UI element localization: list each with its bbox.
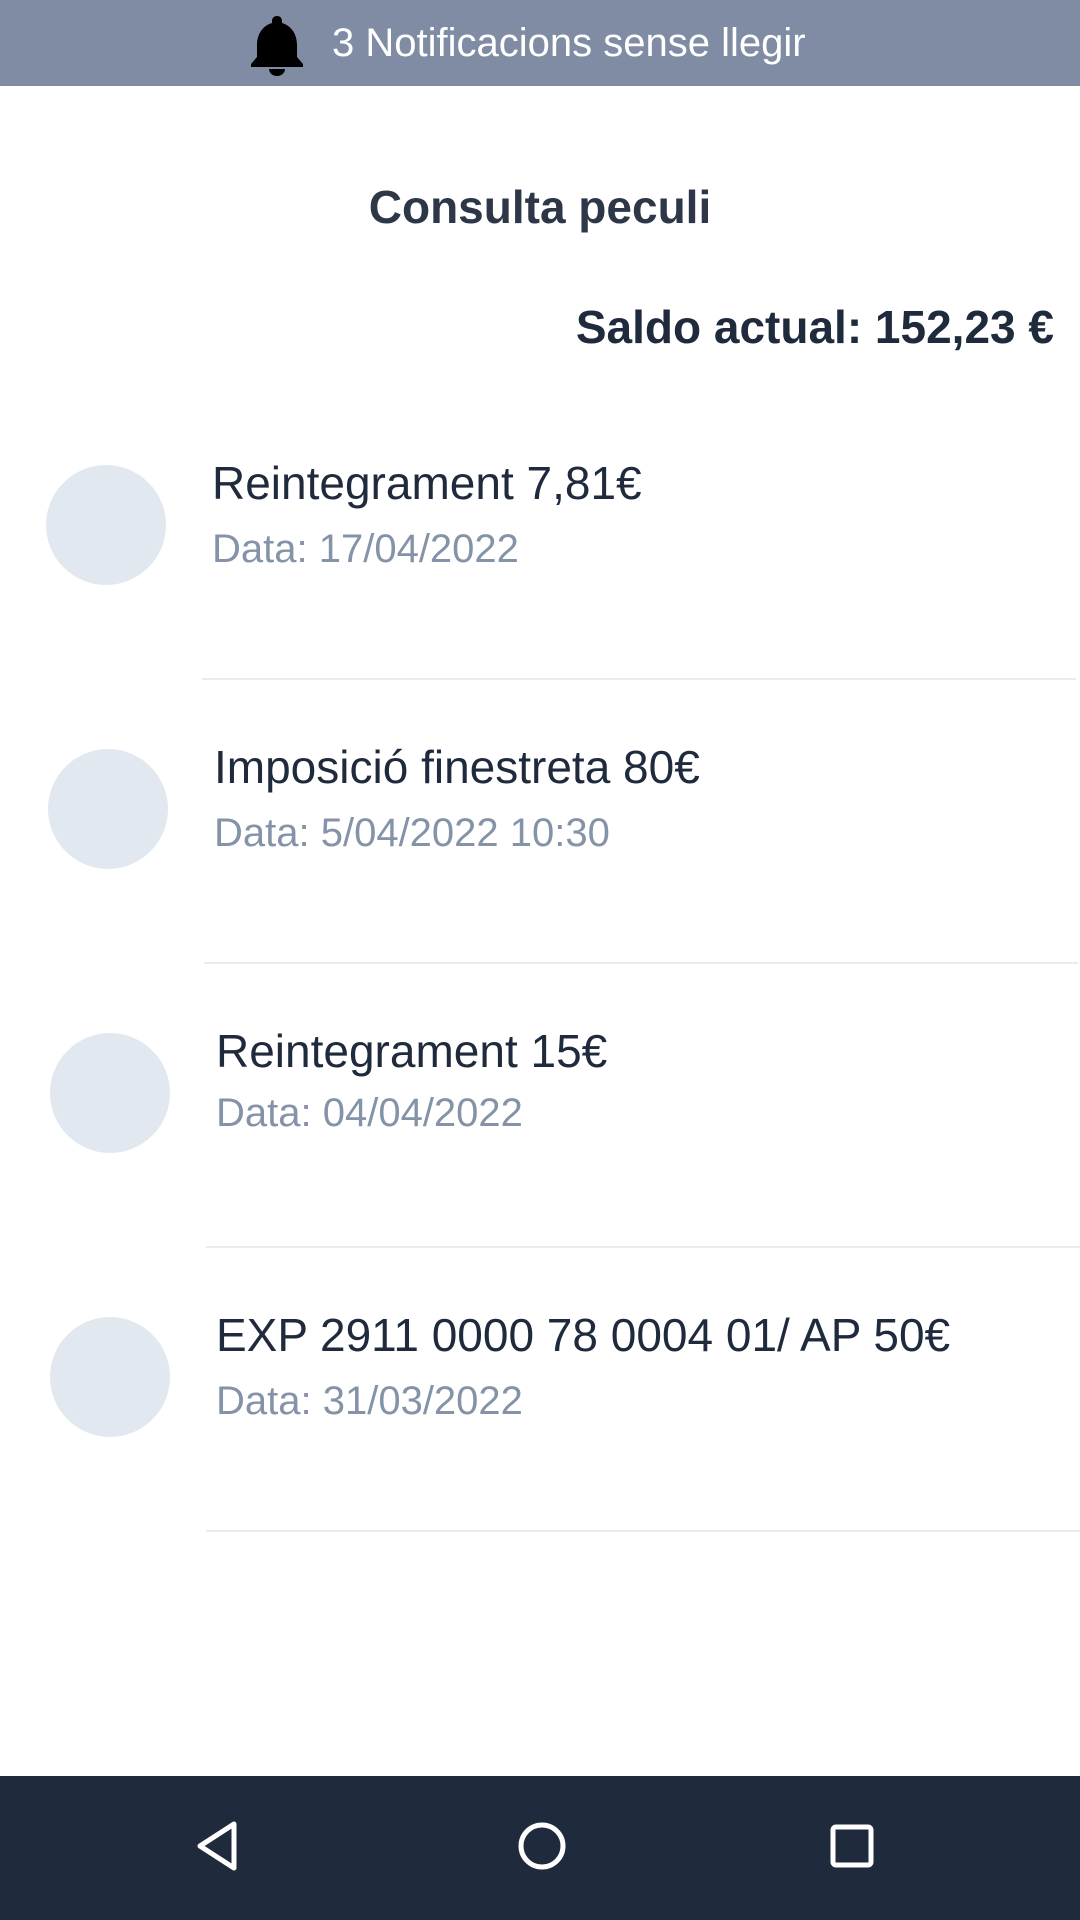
back-triangle-icon — [190, 1818, 246, 1879]
transaction-title: Imposició finestreta 80€ — [214, 741, 700, 793]
transaction-date: Data: 5/04/2022 10:30 — [214, 811, 610, 855]
divider — [202, 678, 1076, 680]
list-item[interactable]: EXP 2911 0000 78 0004 01/ AP 50€ Data: 3… — [0, 1252, 1080, 1536]
avatar — [48, 749, 168, 869]
recents-button[interactable] — [782, 1776, 922, 1920]
bell-icon — [244, 10, 310, 76]
page-title: Consulta peculi — [368, 181, 712, 233]
transaction-title: Reintegrament 7,81€ — [212, 457, 642, 509]
transaction-date: Data: 04/04/2022 — [216, 1091, 523, 1135]
home-button[interactable] — [472, 1776, 612, 1920]
home-circle-icon — [514, 1818, 570, 1879]
back-button[interactable] — [148, 1776, 288, 1920]
avatar — [50, 1033, 170, 1153]
list-item[interactable]: Imposició finestreta 80€ Data: 5/04/2022… — [0, 684, 1080, 968]
transaction-date: Data: 31/03/2022 — [216, 1379, 523, 1423]
transaction-title: Reintegrament 15€ — [216, 1025, 608, 1077]
divider — [206, 1530, 1080, 1532]
avatar — [46, 465, 166, 585]
system-navigation-bar — [0, 1776, 1080, 1920]
transaction-date: Data: 17/04/2022 — [212, 527, 519, 571]
divider — [206, 1246, 1080, 1248]
list-item[interactable]: Reintegrament 15€ Data: 04/04/2022 — [0, 968, 1080, 1252]
list-item[interactable]: Reintegrament 7,81€ Data: 17/04/2022 — [0, 400, 1080, 684]
balance-label: Saldo actual: 152,23 € — [575, 301, 1054, 353]
divider — [204, 962, 1078, 964]
recents-square-icon — [824, 1818, 880, 1879]
notification-bar[interactable]: 3 Notificacions sense llegir — [0, 0, 1080, 86]
notification-text[interactable]: 3 Notificacions sense llegir — [332, 0, 806, 86]
transaction-title: EXP 2911 0000 78 0004 01/ AP 50€ — [216, 1309, 951, 1361]
avatar — [50, 1317, 170, 1437]
